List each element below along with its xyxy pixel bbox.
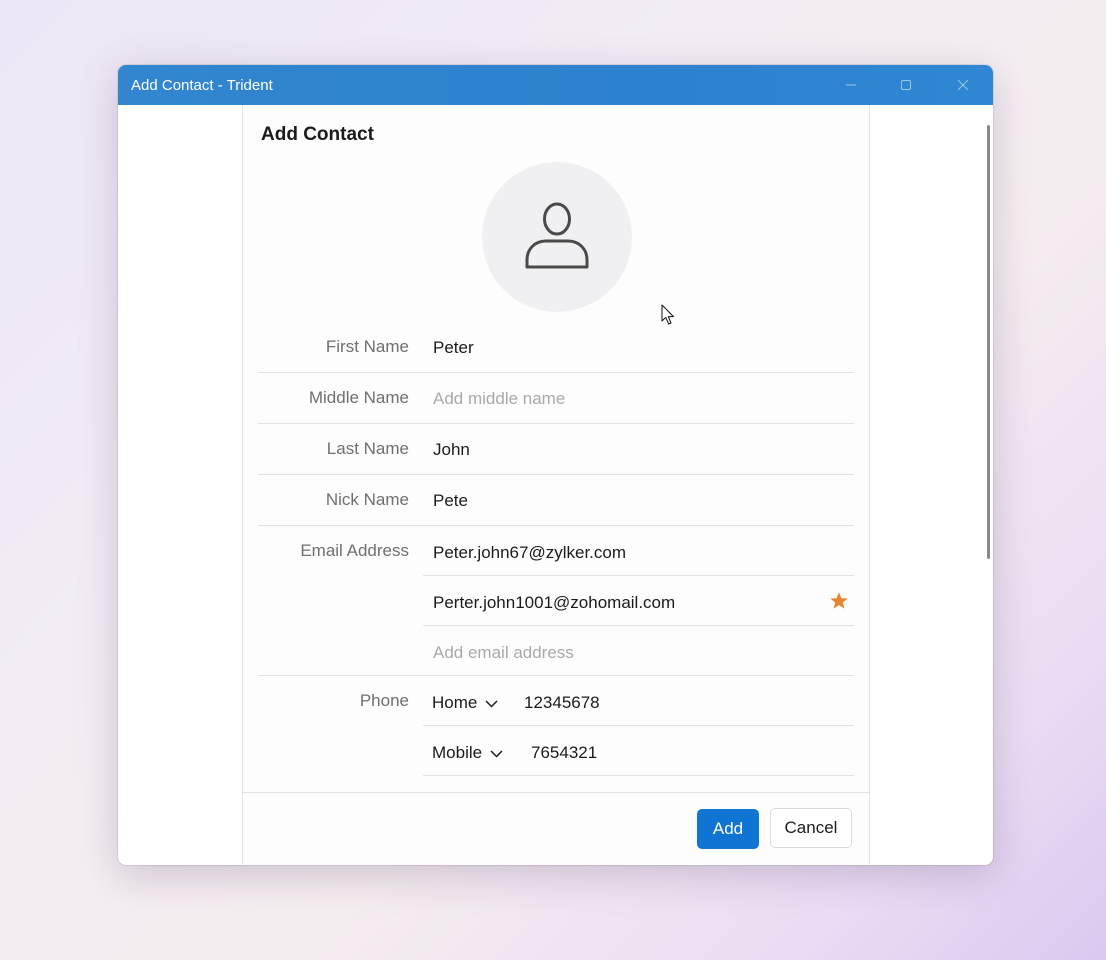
app-window: Add Contact - Trident Add Contact First … xyxy=(118,65,993,865)
first-name-field[interactable]: Peter xyxy=(433,338,474,358)
last-name-label: Last Name xyxy=(326,439,409,458)
add-email-field[interactable]: Add email address xyxy=(433,643,574,663)
phone-type-label: Mobile xyxy=(432,743,483,762)
close-button[interactable] xyxy=(940,65,986,105)
divider xyxy=(258,474,854,475)
page-title: Add Contact xyxy=(261,124,374,145)
divider xyxy=(258,372,854,373)
avatar[interactable] xyxy=(482,162,632,312)
phone-type-select-mobile[interactable]: Mobile xyxy=(432,743,503,763)
nick-name-label: Nick Name xyxy=(325,490,409,509)
footer-divider xyxy=(243,792,869,793)
email-field-1[interactable]: Peter.john67@zylker.com xyxy=(433,543,626,563)
add-button[interactable]: Add xyxy=(697,809,759,849)
divider xyxy=(423,775,854,776)
star-icon[interactable] xyxy=(828,590,850,612)
minimize-button[interactable] xyxy=(828,65,874,105)
divider xyxy=(258,675,854,676)
vertical-scrollbar[interactable] xyxy=(987,125,990,559)
email-field-2[interactable]: Perter.john1001@zohomail.com xyxy=(433,593,675,613)
email-address-label: Email Address xyxy=(300,541,409,560)
chevron-down-icon xyxy=(485,693,498,713)
divider xyxy=(423,625,854,626)
maximize-icon xyxy=(900,79,912,91)
phone-number-field-1[interactable]: 12345678 xyxy=(524,693,600,713)
middle-name-field[interactable]: Add middle name xyxy=(433,389,565,409)
close-icon xyxy=(957,79,969,91)
divider xyxy=(258,423,854,424)
title-bar[interactable]: Add Contact - Trident xyxy=(118,65,993,105)
phone-type-label: Home xyxy=(432,693,478,712)
add-contact-panel: Add Contact First Name Peter Middle Name… xyxy=(242,105,870,865)
phone-label: Phone xyxy=(359,691,409,710)
first-name-label: First Name xyxy=(325,337,409,356)
divider xyxy=(423,575,854,576)
chevron-down-icon xyxy=(490,743,503,763)
divider xyxy=(258,525,854,526)
divider xyxy=(423,725,854,726)
phone-number-field-2[interactable]: 7654321 xyxy=(531,743,597,763)
window-title: Add Contact - Trident xyxy=(131,77,273,94)
person-icon xyxy=(525,200,589,275)
minimize-icon xyxy=(845,79,857,91)
cancel-button[interactable]: Cancel xyxy=(770,808,852,848)
last-name-field[interactable]: John xyxy=(433,440,470,460)
middle-name-label: Middle Name xyxy=(308,388,409,407)
mouse-pointer-icon xyxy=(661,304,675,326)
maximize-button[interactable] xyxy=(883,65,929,105)
nick-name-field[interactable]: Pete xyxy=(433,491,468,511)
phone-type-select-home[interactable]: Home xyxy=(432,693,498,713)
